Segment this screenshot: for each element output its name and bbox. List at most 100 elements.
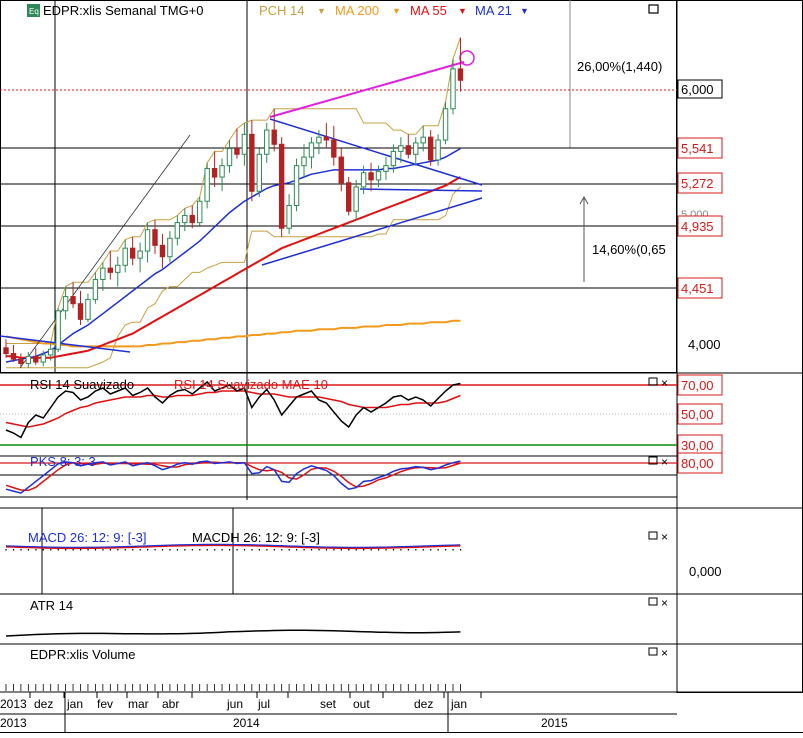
macd-histogram-bar <box>445 549 447 551</box>
macd-histogram-bar <box>325 549 328 551</box>
macd-histogram-bar <box>273 549 275 551</box>
candle-body <box>219 165 225 178</box>
minimize-icon[interactable] <box>648 377 658 386</box>
candle-body <box>100 267 106 281</box>
candle-body <box>92 279 99 300</box>
year-label: 2015 <box>541 716 568 730</box>
macd-histogram-bar <box>184 549 186 551</box>
macd-histogram-bar <box>117 549 119 551</box>
month-label: dez <box>414 697 433 711</box>
candle-body <box>129 247 136 259</box>
month-label: mar <box>128 697 149 711</box>
candle-body <box>137 250 143 259</box>
indicator-ma21[interactable]: MA 21 <box>475 3 512 18</box>
level-label: 5,541 <box>681 141 714 156</box>
minimize-icon[interactable] <box>648 531 658 540</box>
macd-histogram-bar <box>452 549 454 551</box>
macd-histogram-bar <box>94 549 97 551</box>
price-tick: 4,000 <box>688 337 721 352</box>
macd-histogram-bar <box>35 549 37 551</box>
macd-histogram-bar <box>430 549 432 551</box>
move-annotation: 26,00%(1,440) <box>577 59 662 74</box>
candle-body <box>346 182 352 212</box>
chevron-down-icon[interactable]: ▼ <box>458 6 467 16</box>
year-label: 2013 <box>0 716 27 730</box>
close-icon[interactable]: × <box>661 376 668 390</box>
minimize-icon[interactable] <box>648 597 658 606</box>
macd-histogram-bar <box>370 549 372 551</box>
macd-histogram-bar <box>124 549 126 551</box>
instrument-title: EDPR:xlis Semanal TMG+0 <box>43 3 204 18</box>
macd-histogram-bar <box>422 549 424 551</box>
candle-body <box>204 168 210 202</box>
macd-histogram-bar <box>221 549 223 551</box>
candle-body <box>122 247 128 266</box>
macd-histogram-bar <box>407 549 409 551</box>
price-panel[interactable] <box>0 0 677 373</box>
close-icon[interactable]: × <box>661 455 668 469</box>
close-icon[interactable]: × <box>661 596 668 610</box>
candle-body <box>249 133 255 192</box>
macd-histogram-bar <box>258 549 260 551</box>
indicator-ma200[interactable]: MA 200 <box>335 3 379 18</box>
macd-histogram-bar <box>281 549 283 551</box>
candle-body <box>241 133 248 155</box>
candle-body <box>174 222 181 239</box>
macd-histogram-bar <box>392 549 395 551</box>
close-icon[interactable]: × <box>661 530 668 544</box>
macd-histogram-bar <box>415 549 417 551</box>
macd-histogram-bar <box>199 549 201 551</box>
macd-histogram-bar <box>87 549 89 551</box>
close-icon[interactable]: × <box>661 646 668 660</box>
candle-body <box>85 298 91 320</box>
candle-body <box>278 143 285 229</box>
macd-histogram-bar <box>169 549 171 551</box>
candle-body <box>25 355 32 364</box>
macd-histogram-bar <box>139 549 141 551</box>
macd-histogram-bar <box>161 549 164 551</box>
candle-body <box>264 129 270 155</box>
macd-histogram-bar <box>12 549 15 551</box>
time-axis: 2013 dez jan fev mar abr jun jul set out dez jan201… <box>0 684 568 730</box>
chevron-down-icon[interactable]: ▼ <box>317 6 326 16</box>
macd-histogram-bar <box>363 549 365 551</box>
indicator-ma55[interactable]: MA 55 <box>410 3 447 18</box>
macd-histogram-bar <box>191 549 193 551</box>
candle-body <box>40 354 46 363</box>
indicator-pch[interactable]: PCH 14 <box>259 3 305 18</box>
candle-body <box>293 165 300 206</box>
month-label: 2013 <box>0 697 27 711</box>
current-price-label: 6,000 <box>681 82 714 97</box>
candle-body <box>144 229 151 252</box>
macd-histogram-bar <box>50 549 52 551</box>
minimize-icon[interactable] <box>648 647 658 656</box>
candle-body <box>323 136 330 141</box>
macd-histogram-bar <box>102 549 104 551</box>
candle-body <box>197 200 203 224</box>
chart-window: Eq EDPR:xlis Semanal TMG+0 PCH 14 MA 200… <box>0 0 803 733</box>
candle-body <box>435 139 441 161</box>
candle-body <box>159 244 166 258</box>
candle-body <box>18 358 24 364</box>
candle-body <box>77 303 84 320</box>
candle-body <box>152 229 158 246</box>
rsi-level: 70,00 <box>681 378 714 393</box>
candle-body <box>256 153 263 192</box>
macd-histogram-bar <box>310 549 313 551</box>
chevron-down-icon[interactable]: ▼ <box>392 6 401 16</box>
candle-body <box>70 296 76 305</box>
macd-histogram-bar <box>72 549 74 551</box>
candle-body <box>211 168 218 178</box>
macd-histogram-bar <box>147 549 149 551</box>
macd-histogram-bar <box>109 549 111 551</box>
candle-body <box>48 348 54 356</box>
macd-histogram-bar <box>333 549 335 551</box>
month-label: jan <box>66 697 83 711</box>
chevron-down-icon[interactable]: ▼ <box>520 6 529 16</box>
range-annotation: 14,60%(0,65 <box>592 242 666 257</box>
month-label: jun <box>226 697 243 711</box>
macd-histogram-bar <box>42 549 44 551</box>
macd-histogram-bar <box>243 549 246 551</box>
candle-body <box>368 172 374 181</box>
candle-body <box>353 186 359 212</box>
